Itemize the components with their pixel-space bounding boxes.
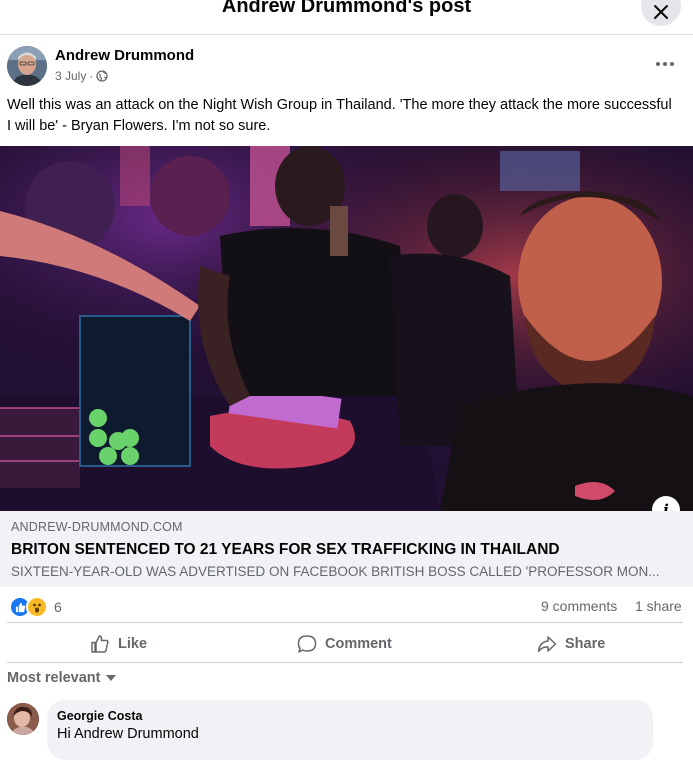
dialog-title: Andrew Drummond's post [221,0,472,17]
post-date[interactable]: 3 July [55,69,86,83]
comment-greeting: Hi [57,726,71,742]
post-text: Well this was an attack on the Night Wis… [7,97,672,134]
link-preview[interactable]: ANDREW-DRUMMOND.COM BRITON SENTENCED TO … [0,511,693,587]
sort-label: Most relevant [7,670,101,686]
comment-label: Comment [325,636,392,652]
photo-illustration [0,146,693,511]
comment-count[interactable]: 9 comments [541,598,617,614]
like-label: Like [118,636,148,652]
reaction-summary[interactable]: 6 [9,596,62,618]
caret-down-icon [106,675,117,681]
comment-bubble: Georgie Costa Hi Andrew Drummond [47,700,653,760]
globe-icon[interactable] [96,70,109,82]
share-label: Share [565,636,606,652]
comment-text: Hi Andrew Drummond [57,726,199,742]
author-avatar[interactable] [7,46,47,86]
commenter-avatar[interactable] [7,703,39,735]
more-icon [656,62,674,66]
like-button[interactable]: Like [90,634,147,654]
divider [7,622,683,623]
comment-mention[interactable]: Andrew Drummond [74,726,199,742]
author-name[interactable]: Andrew Drummond [55,47,194,64]
comment-button[interactable]: Comment [297,634,392,654]
link-description: SIXTEEN-YEAR-OLD WAS ADVERTISED ON FACEB… [11,564,660,579]
post-photo[interactable] [0,146,693,511]
thumb-up-icon [91,635,109,653]
share-button[interactable]: Share [537,634,605,654]
link-domain: ANDREW-DRUMMOND.COM [11,520,183,534]
link-title[interactable]: BRITON SENTENCED TO 21 YEARS FOR SEX TRA… [11,541,560,559]
dialog-header: Andrew Drummond's post [0,0,693,35]
share-icon [537,636,557,653]
meta-separator: · [89,69,94,83]
close-icon [654,5,668,19]
share-count[interactable]: 1 share [635,598,682,614]
reaction-count: 6 [54,599,62,615]
close-button[interactable] [641,0,681,26]
comment-icon [297,635,317,653]
post-meta: 3 July · [55,69,109,83]
comment-sort-dropdown[interactable]: Most relevant [7,670,117,686]
more-options-button[interactable] [650,52,680,76]
divider [7,662,683,663]
wow-reaction-icon [26,596,48,618]
commenter-name[interactable]: Georgie Costa [57,709,142,723]
